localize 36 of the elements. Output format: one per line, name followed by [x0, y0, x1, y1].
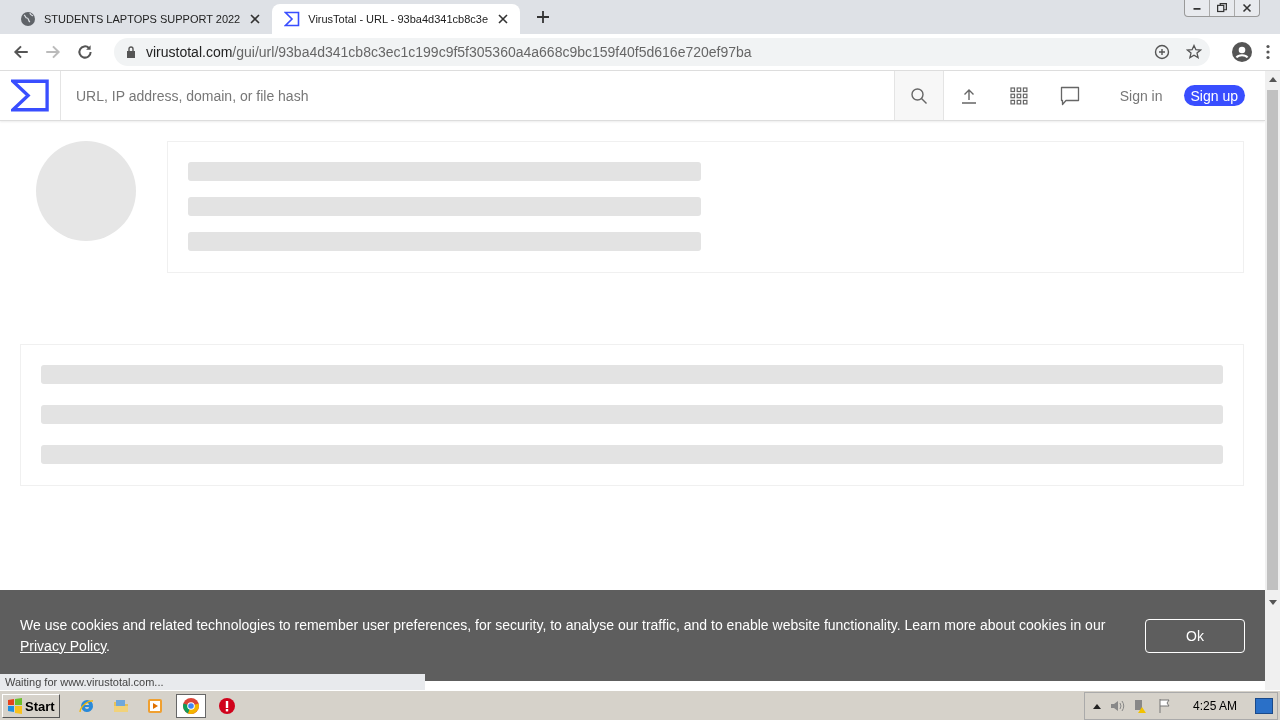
- sigma-icon: [284, 11, 301, 27]
- status-bubble: Waiting for www.virustotal.com...: [0, 674, 425, 690]
- chrome-icon[interactable]: [175, 694, 206, 718]
- add-icon[interactable]: [1154, 44, 1170, 60]
- flag-icon[interactable]: [1156, 698, 1173, 714]
- globe-icon: [20, 11, 36, 27]
- back-icon[interactable]: [12, 43, 30, 61]
- scrollbar[interactable]: [1265, 71, 1280, 690]
- windows-logo-icon: [7, 698, 23, 714]
- cookie-notice: We use cookies and related technologies to remember user preferences, for security, to analyse our traffic, and to enable website functionality. Learn more about cookies in our Privacy Policy.: [20, 615, 1107, 656]
- start-button[interactable]: Start: [2, 694, 60, 718]
- star-icon[interactable]: [1186, 44, 1202, 60]
- browser-tab[interactable]: STUDENTS LAPTOPS SUPPORT 2022: [8, 4, 273, 34]
- scroll-thumb[interactable]: [1267, 90, 1278, 590]
- chat-icon[interactable]: [1059, 85, 1080, 106]
- menu-icon[interactable]: [1266, 44, 1270, 60]
- close-icon[interactable]: [496, 12, 511, 26]
- close-icon[interactable]: [248, 12, 263, 26]
- address-bar[interactable]: virustotal.com/gui/url/93ba4d341cb8c3ec1c199c9f5f305360a4a668c9bc159f40f5d616e720ef97ba: [114, 38, 1210, 66]
- sigma-logo-icon[interactable]: [11, 79, 49, 112]
- account-icon[interactable]: [1232, 42, 1252, 62]
- reload-icon[interactable]: [76, 43, 94, 61]
- scroll-down-icon[interactable]: [1268, 600, 1277, 605]
- grid-icon[interactable]: [1009, 86, 1028, 105]
- tab-title: STUDENTS LAPTOPS SUPPORT 2022: [44, 13, 241, 25]
- clock[interactable]: 4:25 AM: [1192, 699, 1237, 713]
- show-hidden-icon[interactable]: [1092, 703, 1101, 709]
- ok-button[interactable]: Ok: [1145, 618, 1245, 653]
- browser-tab[interactable]: VirusTotal - URL - 93ba4d341cb8c3e: [272, 4, 521, 34]
- search-field[interactable]: URL, IP address, domain, or file hash: [61, 71, 894, 120]
- search-icon[interactable]: [909, 86, 928, 105]
- tab-title: VirusTotal - URL - 93ba4d341cb8c3e: [308, 13, 489, 25]
- lock-icon: [126, 46, 136, 58]
- sign-up-button[interactable]: Sign up: [1183, 85, 1245, 106]
- sign-in-link[interactable]: Sign in: [1119, 87, 1163, 104]
- scroll-up-icon[interactable]: [1268, 77, 1277, 82]
